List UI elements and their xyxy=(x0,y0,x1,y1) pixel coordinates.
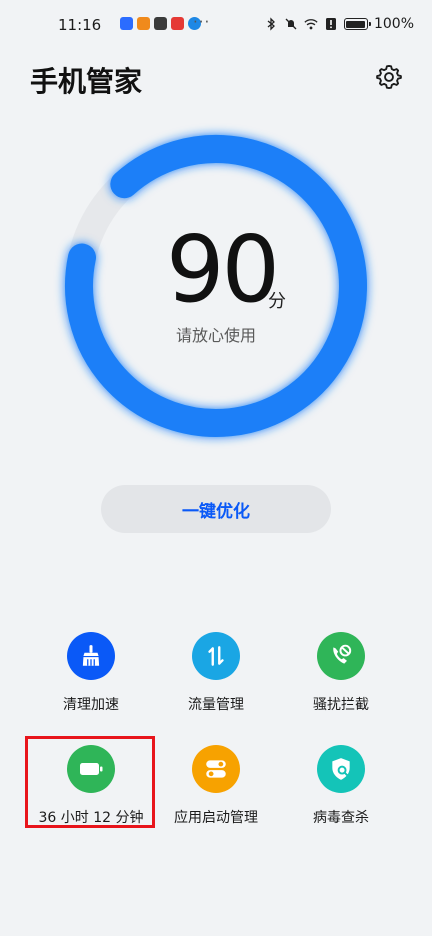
more-notifications-icon: ··· xyxy=(193,13,211,31)
feature-label: 36 小时 12 分钟 xyxy=(38,810,144,826)
app-red-icon xyxy=(171,17,184,30)
wifi-icon xyxy=(304,19,318,30)
app-dark-icon xyxy=(154,17,167,30)
feature-label: 病毒查杀 xyxy=(313,810,369,826)
feature-app-launch-management[interactable]: 应用启动管理 xyxy=(146,745,286,827)
score-unit: 分 xyxy=(268,291,286,312)
feature-label: 清理加速 xyxy=(63,697,119,713)
feature-harassment-block[interactable]: 骚扰拦截 xyxy=(271,632,411,714)
status-battery-icon xyxy=(343,18,371,30)
score-value: 90 xyxy=(166,216,280,323)
feature-label: 骚扰拦截 xyxy=(313,697,369,713)
toggle-switches-icon xyxy=(192,745,240,793)
one-click-optimize-button[interactable]: 一键优化 xyxy=(101,485,331,533)
sim-alert-icon xyxy=(325,18,336,30)
app-blue-icon xyxy=(120,17,133,30)
bluetooth-icon xyxy=(267,17,275,31)
battery-icon xyxy=(67,745,115,793)
mute-bell-icon xyxy=(285,18,297,30)
feature-label: 应用启动管理 xyxy=(174,810,258,826)
gear-icon xyxy=(376,64,402,90)
settings-button[interactable] xyxy=(372,60,406,94)
battery-percent: 100% xyxy=(373,16,414,32)
feature-label: 流量管理 xyxy=(188,697,244,713)
shield-search-icon xyxy=(317,745,365,793)
status-time: 11:16 xyxy=(58,16,102,34)
score-caption: 请放心使用 xyxy=(175,326,256,345)
phone-block-icon xyxy=(317,632,365,680)
transfer-arrows-icon xyxy=(192,632,240,680)
status-bar: 11:16 ··· 100% xyxy=(0,0,432,54)
page-title: 手机管家 xyxy=(30,65,143,98)
notification-icons xyxy=(120,17,201,30)
feature-battery[interactable]: 36 小时 12 分钟 xyxy=(21,745,161,827)
feature-cleanup[interactable]: 清理加速 xyxy=(21,632,161,714)
broom-icon xyxy=(67,632,115,680)
feature-virus-scan[interactable]: 病毒查杀 xyxy=(271,745,411,827)
app-orange-icon xyxy=(137,17,150,30)
status-right: 100% xyxy=(264,16,414,32)
feature-data-management[interactable]: 流量管理 xyxy=(146,632,286,714)
